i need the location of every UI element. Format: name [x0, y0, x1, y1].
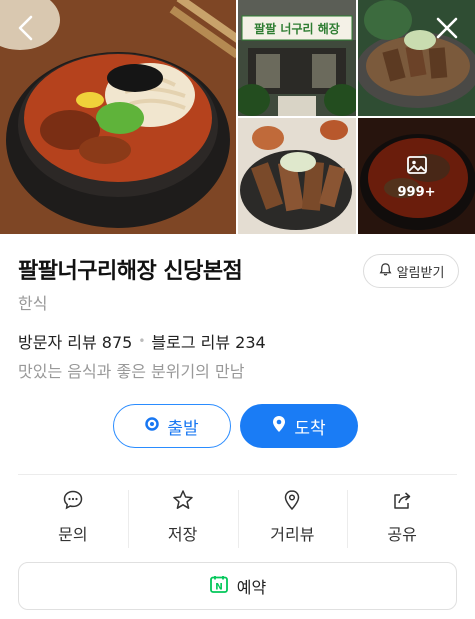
bell-icon — [378, 262, 393, 281]
separator-dot: • — [138, 334, 146, 348]
street-view-label: 거리뷰 — [270, 525, 315, 544]
street-view-button[interactable]: 거리뷰 — [237, 486, 348, 548]
share-label: 공유 — [387, 525, 417, 544]
reservation-button[interactable]: N 예약 — [18, 562, 457, 610]
map-pin-icon — [272, 415, 286, 438]
chevron-left-icon — [15, 15, 37, 45]
depart-label: 출발 — [167, 418, 199, 439]
arrive-button[interactable]: 도착 — [240, 404, 358, 448]
storefront-sign-text: 팔팔 너구리 해장 — [254, 21, 340, 36]
inquiry-label: 문의 — [58, 525, 88, 544]
photo-stack-icon — [405, 153, 429, 181]
photo-gallery: 팔팔 너구리 해장 999+ — [0, 0, 475, 234]
action-bar: 문의 저장 거리뷰 공유 — [18, 486, 457, 548]
save-label: 저장 — [167, 525, 198, 544]
close-button[interactable] — [431, 14, 463, 46]
back-button[interactable] — [10, 14, 42, 46]
star-icon — [172, 489, 194, 515]
share-button[interactable]: 공유 — [347, 486, 457, 548]
section-divider — [18, 474, 457, 475]
place-tagline: 맛있는 음식과 좋은 분위기의 만남 — [18, 362, 245, 381]
place-name: 팔팔너구리해장 신당본점 — [18, 259, 243, 284]
origin-dot-icon — [145, 416, 160, 436]
reservation-label: 예약 — [236, 578, 267, 597]
depart-button[interactable]: 출발 — [113, 404, 231, 448]
review-summary: 방문자 리뷰 875 • 블로그 리뷰 234 — [18, 329, 266, 353]
share-icon — [391, 489, 413, 515]
storefront-photo[interactable]: 팔팔 너구리 해장 — [238, 0, 356, 116]
notification-subscribe-button[interactable]: 알림받기 — [363, 254, 459, 288]
chat-bubble-icon — [62, 489, 84, 515]
inquiry-button[interactable]: 문의 — [18, 486, 128, 548]
alarm-label: 알림받기 — [396, 265, 445, 281]
visitor-review-link[interactable]: 방문자 리뷰 875 — [18, 329, 132, 353]
map-pin-icon — [281, 489, 303, 515]
close-icon — [435, 16, 459, 44]
more-photos-overlay[interactable]: 999+ — [358, 118, 475, 234]
blog-review-link[interactable]: 블로그 리뷰 234 — [151, 329, 265, 353]
dish-photo-2[interactable] — [238, 118, 356, 234]
save-button[interactable]: 저장 — [127, 486, 238, 548]
place-category: 한식 — [18, 294, 48, 313]
arrive-label: 도착 — [294, 418, 326, 439]
naver-calendar-icon: N — [209, 574, 229, 598]
naver-letter: N — [215, 583, 223, 593]
photo-count: 999+ — [397, 184, 436, 200]
